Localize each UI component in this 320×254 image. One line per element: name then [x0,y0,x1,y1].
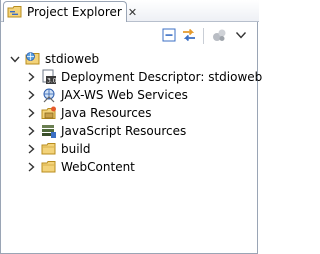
deployment-descriptor-icon: 3.0 [41,69,57,85]
svg-text:3.0: 3.0 [47,78,57,85]
link-with-editor-icon[interactable] [181,27,197,43]
focus-on-working-set-icon[interactable] [211,27,227,43]
chevron-right-icon[interactable] [25,71,37,83]
tree-item-label: JAX-WS Web Services [61,88,188,102]
web-project-icon [25,51,41,67]
tree-item-label: Deployment Descriptor: stdioweb [61,70,263,84]
view-menu-chevron-icon[interactable] [233,27,249,43]
toolbar-separator [203,28,204,44]
chevron-right-icon[interactable] [25,125,37,137]
collapse-all-icon[interactable] [161,27,177,43]
chevron-right-icon[interactable] [25,107,37,119]
project-explorer-view: Project Explorer ✕ stdioweb 3.0 Deployme… [0,0,262,254]
tree-item-label: stdioweb [45,52,100,66]
folder-icon [41,159,57,175]
chevron-right-icon[interactable] [25,143,37,155]
tree-item-label: WebContent [61,160,135,174]
close-icon[interactable]: ✕ [128,7,137,18]
chevron-right-icon[interactable] [25,89,37,101]
tree-item-jax-ws-web-services[interactable]: JAX-WS Web Services [25,86,188,104]
view-title: Project Explorer [27,5,122,19]
tree-item-java-resources[interactable]: Java Resources [25,104,151,122]
tree-item-label: Java Resources [61,106,152,120]
folder-icon [41,141,57,157]
tree-item-build[interactable]: build [25,140,91,158]
tree-item-label: build [61,142,91,156]
tree-item-javascript-resources[interactable]: JavaScript Resources [25,122,186,140]
view-tab-bar: Project Explorer ✕ [1,0,259,22]
java-resources-icon [41,105,57,121]
chevron-right-icon[interactable] [25,161,37,173]
tree-item-project[interactable]: stdioweb [9,50,99,68]
project-explorer-icon [7,4,23,20]
view-toolbar [1,22,257,48]
web-services-icon [41,87,57,103]
tab-project-explorer[interactable]: Project Explorer ✕ [3,1,137,22]
tree-item-label: JavaScript Resources [61,124,187,138]
tree-item-deployment-descriptor[interactable]: 3.0 Deployment Descriptor: stdioweb [25,68,262,86]
javascript-resources-icon [41,123,57,139]
tree-item-webcontent[interactable]: WebContent [25,158,135,176]
chevron-down-icon[interactable] [9,53,21,65]
